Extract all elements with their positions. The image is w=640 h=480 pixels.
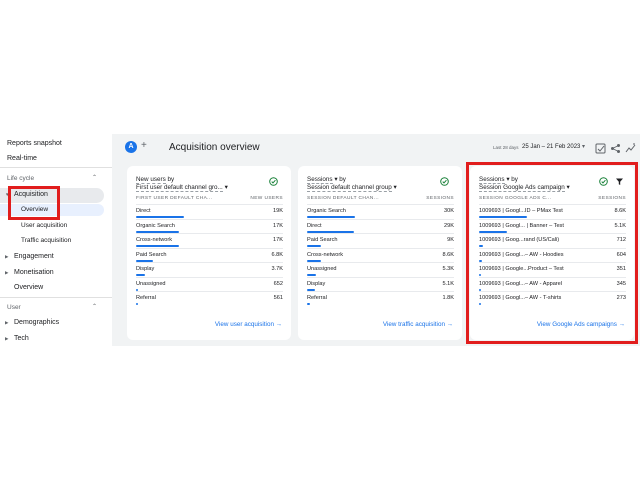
sidebar-item-reports-snapshot[interactable]: Reports snapshot	[7, 140, 62, 147]
dropdown-caret-icon[interactable]: ▾	[393, 184, 396, 191]
table-row[interactable]: Display 5.1K	[307, 276, 454, 291]
row-label: Direct	[307, 222, 322, 229]
column-header-metric: SESSIONS	[426, 196, 454, 201]
row-label: Cross-network	[307, 251, 344, 258]
column-header-dimension: FIRST USER DEFAULT CHA...	[136, 196, 213, 201]
card-title: Sessions ▾ by	[307, 176, 346, 184]
row-label: Display	[307, 280, 326, 287]
sidebar-divider	[0, 167, 112, 168]
row-label: Organic Search	[136, 222, 175, 229]
card-title-by: by	[165, 176, 175, 183]
expand-right-icon: ▶	[5, 336, 9, 341]
card-dimension-label[interactable]: Session default channel group	[307, 184, 392, 192]
compare-icon[interactable]	[595, 141, 606, 154]
row-label: Referral	[307, 295, 327, 301]
analytics-app: Reports snapshot Real-time Life cycle ⌃ …	[0, 134, 640, 346]
row-label: Cross-network	[136, 237, 173, 243]
sidebar-item-monetisation[interactable]: Monetisation	[14, 269, 54, 276]
sidebar-item-demographics[interactable]: Demographics	[14, 319, 59, 326]
insights-icon[interactable]	[625, 141, 636, 153]
row-value: 1.8K	[442, 295, 454, 301]
share-icon[interactable]	[610, 141, 621, 153]
table-row[interactable]: Paid Search 9K	[307, 233, 454, 247]
row-bar	[307, 303, 310, 305]
table-row[interactable]: Unassigned 652	[136, 276, 283, 291]
sidebar-item-tech[interactable]: Tech	[14, 335, 29, 342]
row-value: 19K	[273, 208, 283, 214]
view-traffic-acquisition-link[interactable]: View traffic acquisition →	[383, 321, 453, 328]
card-title-by: by	[337, 176, 346, 183]
dropdown-caret-icon[interactable]: ▾	[225, 184, 228, 191]
row-value: 561	[273, 295, 283, 301]
chevron-up-icon[interactable]: ⌃	[92, 303, 97, 310]
row-value: 652	[273, 280, 283, 287]
table-row[interactable]: Cross-network 17K	[136, 233, 283, 247]
row-value: 17K	[273, 222, 283, 229]
date-range-label: Last 28 days	[493, 145, 519, 150]
row-value: 30K	[444, 208, 454, 214]
expand-right-icon: ▶	[5, 320, 9, 325]
chevron-up-icon[interactable]: ⌃	[92, 174, 97, 181]
check-circle-icon	[440, 177, 449, 186]
new-users-card: New users by First user default channel …	[127, 166, 291, 340]
date-range-picker[interactable]: 25 Jan – 21 Feb 2023	[522, 144, 580, 150]
highlight-box	[466, 162, 638, 344]
row-label: Direct	[136, 208, 151, 214]
row-label: Display	[136, 266, 155, 272]
row-label: Unassigned	[136, 280, 166, 287]
row-label: Paid Search	[307, 237, 338, 243]
table-row[interactable]: Organic Search 17K	[136, 218, 283, 233]
table-row[interactable]: Display 3.7K	[136, 262, 283, 276]
table-row[interactable]: Paid Search 6.8K	[136, 247, 283, 262]
sidebar-item-engagement[interactable]: Engagement	[14, 253, 54, 260]
table-row[interactable]: Referral 1.8K	[307, 291, 454, 305]
row-value: 5.3K	[442, 266, 454, 272]
sidebar-divider	[0, 297, 112, 298]
card-dimension-label[interactable]: First user default channel gro...	[136, 184, 223, 192]
expand-right-icon: ▶	[5, 270, 9, 275]
row-value: 17K	[273, 237, 283, 243]
card-title: New users by	[136, 176, 175, 184]
sidebar-item-realtime[interactable]: Real-time	[7, 155, 37, 162]
highlight-box	[8, 186, 60, 220]
sidebar-item-user-acquisition[interactable]: User acquisition	[21, 222, 67, 229]
row-bar	[136, 303, 138, 305]
row-label: Referral	[136, 295, 156, 301]
column-header-dimension: SESSION DEFAULT CHAN...	[307, 196, 379, 201]
add-comparison-button[interactable]: +	[141, 140, 147, 151]
table-row[interactable]: Direct 29K	[307, 218, 454, 233]
chevron-down-icon[interactable]: ▾	[582, 143, 585, 150]
table-row[interactable]: Organic Search 30K	[307, 204, 454, 218]
row-value: 6.8K	[271, 251, 283, 258]
view-user-acquisition-link[interactable]: View user acquisition →	[215, 321, 282, 328]
table-row[interactable]: Referral 561	[136, 291, 283, 305]
row-label: Paid Search	[136, 251, 167, 258]
check-circle-icon	[269, 177, 278, 186]
page-title: Acquisition overview	[169, 142, 260, 153]
row-value: 29K	[444, 222, 454, 229]
row-label: Unassigned	[307, 266, 337, 272]
expand-right-icon: ▶	[5, 254, 9, 259]
row-value: 8.6K	[442, 251, 454, 258]
sidebar: Reports snapshot Real-time Life cycle ⌃ …	[0, 134, 112, 346]
row-value: 3.7K	[271, 266, 283, 272]
table-row[interactable]: Cross-network 8.6K	[307, 247, 454, 262]
card-metric[interactable]: Sessions	[307, 176, 333, 184]
card-metric[interactable]: New users	[136, 176, 166, 184]
row-value: 9K	[447, 237, 454, 243]
avatar[interactable]: A	[125, 141, 137, 153]
sidebar-item-overview-2[interactable]: Overview	[14, 284, 43, 291]
sidebar-item-traffic-acquisition[interactable]: Traffic acquisition	[21, 237, 71, 244]
column-header-metric: NEW USERS	[250, 196, 283, 201]
sidebar-section-lifecycle: Life cycle	[7, 175, 35, 182]
sessions-channel-card: Sessions ▾ by Session default channel gr…	[298, 166, 462, 340]
card-dimension[interactable]: First user default channel gro... ▾	[136, 184, 228, 192]
table-row[interactable]: Direct 19K	[136, 204, 283, 218]
table-row[interactable]: Unassigned 5.3K	[307, 262, 454, 276]
row-label: Organic Search	[307, 208, 346, 214]
sidebar-section-user: User	[7, 304, 21, 311]
row-value: 5.1K	[442, 280, 454, 287]
card-dimension[interactable]: Session default channel group ▾	[307, 184, 397, 192]
